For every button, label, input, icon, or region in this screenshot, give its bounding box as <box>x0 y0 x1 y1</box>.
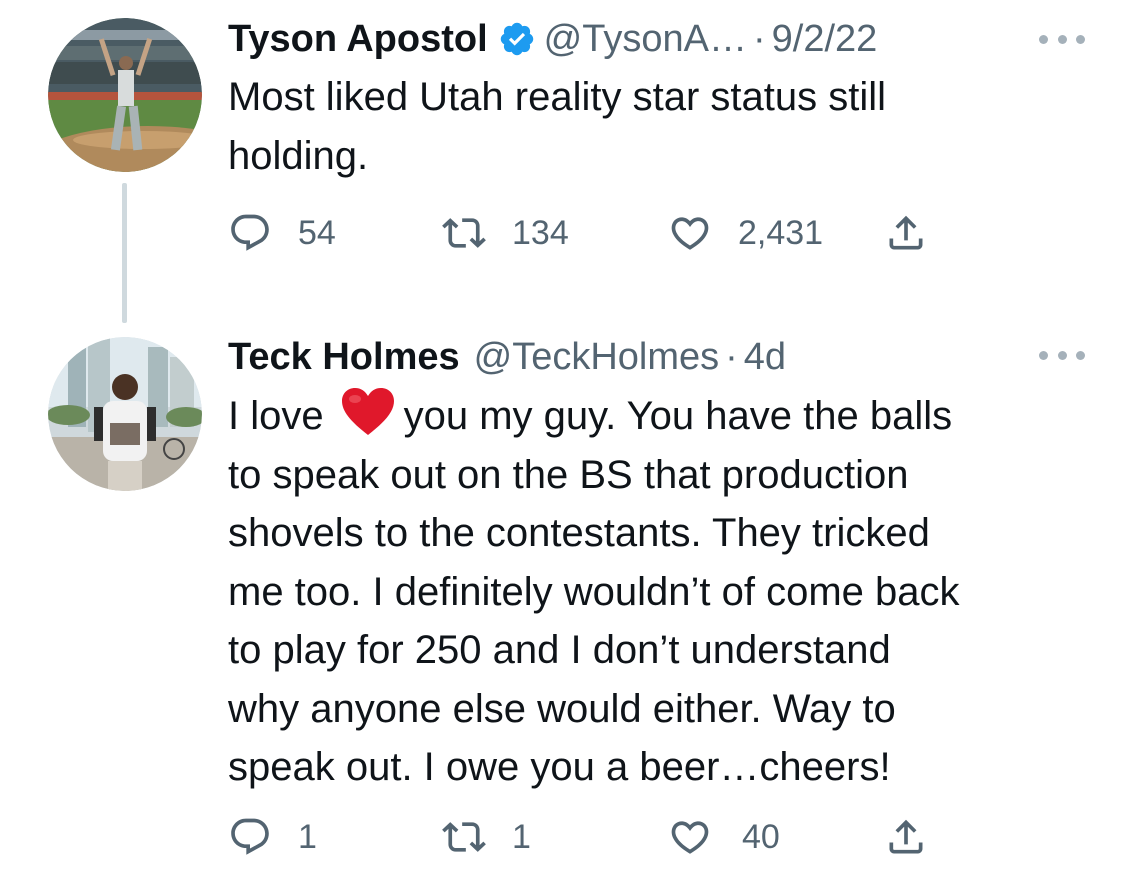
tweet-text-part-1: I love <box>228 394 324 438</box>
reply-icon <box>231 818 269 855</box>
tweet-text-part-2: you my guy. You have the balls to speak … <box>228 394 960 789</box>
retweet-button[interactable]: 134 <box>442 208 569 258</box>
like-count: 2,431 <box>738 213 824 252</box>
tweet-actions: 54 134 2,431 <box>228 208 948 258</box>
timestamp[interactable]: 9/2/22 <box>772 18 878 61</box>
reply-count: 1 <box>298 817 317 856</box>
retweet-count: 1 <box>512 817 531 856</box>
more-icon[interactable] <box>1039 32 1085 46</box>
timestamp[interactable]: 4d <box>744 336 786 379</box>
handle[interactable]: @TysonA… <box>544 18 747 61</box>
like-button[interactable]: 40 <box>668 812 780 862</box>
thread-connector-line <box>122 183 127 323</box>
tweet-actions: 1 1 40 <box>228 812 948 862</box>
retweet-button[interactable]: 1 <box>442 812 531 862</box>
share-icon <box>889 819 923 854</box>
verified-badge-icon <box>498 20 536 58</box>
retweet-icon <box>442 218 486 248</box>
tweet-text: I love you my guy. You have the balls to … <box>228 387 1088 797</box>
tweet-teck-holmes[interactable]: Teck Holmes @TeckHolmes · 4d I love you m… <box>0 330 1125 889</box>
separator-dot: · <box>752 17 766 60</box>
avatar-teck-holmes[interactable] <box>48 337 202 491</box>
retweet-count: 134 <box>512 213 569 252</box>
like-icon <box>671 821 709 854</box>
reply-count: 54 <box>298 213 336 252</box>
display-name[interactable]: Teck Holmes <box>228 336 460 379</box>
share-button[interactable] <box>884 208 928 258</box>
like-button[interactable]: 2,431 <box>668 208 823 258</box>
retweet-icon <box>442 822 486 852</box>
red-heart-emoji <box>340 387 396 437</box>
tweet-text: Most liked Utah reality star status stil… <box>228 75 886 178</box>
handle[interactable]: @TeckHolmes <box>474 336 720 379</box>
reply-icon <box>231 214 269 251</box>
share-button[interactable] <box>884 812 928 862</box>
tweet-header: Tyson Apostol @TysonA… · 9/2/22 <box>228 16 1085 62</box>
avatar-tyson-apostol[interactable] <box>48 18 202 172</box>
share-icon <box>889 215 923 250</box>
separator-dot: · <box>725 335 738 378</box>
more-icon[interactable] <box>1039 348 1085 362</box>
tweet-header: Teck Holmes @TeckHolmes · 4d <box>228 334 1085 380</box>
reply-button[interactable]: 1 <box>228 812 317 862</box>
reply-button[interactable]: 54 <box>228 208 336 258</box>
tweet-tyson-apostol[interactable]: Tyson Apostol @TysonA… · 9/2/22 Most lik… <box>0 0 1125 330</box>
like-icon <box>671 217 709 250</box>
display-name[interactable]: Tyson Apostol <box>228 18 488 61</box>
like-count: 40 <box>742 817 780 856</box>
